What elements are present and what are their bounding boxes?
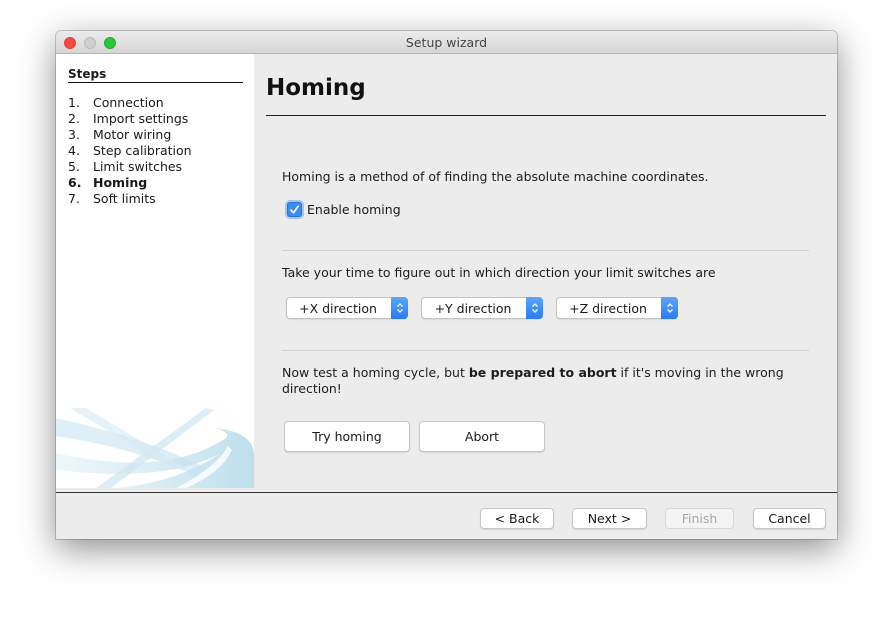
- step-connection: 1. Connection: [68, 95, 192, 111]
- step-label: Limit switches: [93, 159, 183, 174]
- section-divider: [282, 250, 809, 251]
- updown-chevron-icon: [391, 297, 408, 319]
- updown-chevron-icon: [526, 297, 543, 319]
- step-step-calibration: 4. Step calibration: [68, 143, 192, 159]
- footer-divider: [56, 492, 837, 493]
- step-homing: 6. Homing: [68, 175, 192, 191]
- step-label: Step calibration: [93, 143, 192, 158]
- x-direction-select[interactable]: +X direction: [286, 297, 408, 319]
- step-limit-switches: 5. Limit switches: [68, 159, 192, 175]
- next-button[interactable]: Next >: [572, 508, 647, 529]
- step-number: 7.: [68, 191, 80, 206]
- enable-homing-row[interactable]: Enable homing: [287, 202, 401, 217]
- test-instructions: Now test a homing cycle, but be prepared…: [282, 365, 784, 380]
- test-text-warning: be prepared to abort: [468, 365, 617, 380]
- step-soft-limits: 7. Soft limits: [68, 191, 192, 207]
- cancel-button[interactable]: Cancel: [753, 508, 826, 529]
- enable-homing-checkbox[interactable]: [287, 202, 302, 217]
- test-text-after: if it's moving in the wrong: [616, 365, 784, 380]
- updown-chevron-icon: [661, 297, 678, 319]
- heading-divider: [266, 115, 826, 116]
- step-label: Motor wiring: [93, 127, 172, 142]
- decorative-swoosh-graphic: [56, 408, 254, 488]
- step-label: Import settings: [93, 111, 189, 126]
- checkmark-icon: [290, 205, 299, 214]
- step-number: 3.: [68, 127, 80, 142]
- back-button[interactable]: < Back: [480, 508, 554, 529]
- section-divider: [282, 350, 809, 351]
- z-direction-value: +Z direction: [569, 301, 647, 316]
- test-text-before: Now test a homing cycle, but: [282, 365, 469, 380]
- step-number: 2.: [68, 111, 80, 126]
- step-number: 1.: [68, 95, 80, 110]
- y-direction-value: +Y direction: [434, 301, 512, 316]
- step-label: Soft limits: [93, 191, 156, 206]
- test-instructions-line2: direction!: [282, 381, 342, 396]
- title-bar[interactable]: Setup wizard: [56, 31, 837, 54]
- steps-title: Steps: [68, 67, 243, 83]
- step-number: 6.: [68, 175, 82, 190]
- steps-list: 1. Connection 2. Import settings 3. Motor w…: [68, 95, 192, 207]
- try-homing-button[interactable]: Try homing: [284, 421, 410, 452]
- abort-button[interactable]: Abort: [419, 421, 545, 452]
- homing-panel: Homing Homing is a method of of finding …: [254, 54, 837, 488]
- window-title: Setup wizard: [405, 35, 488, 50]
- steps-sidebar: Steps 1. Connection 2. Import settings 3. M…: [56, 54, 254, 488]
- step-number: 5.: [68, 159, 80, 174]
- enable-homing-label[interactable]: Enable homing: [307, 202, 401, 217]
- step-number: 4.: [68, 143, 80, 158]
- homing-description: Homing is a method of of finding the abs…: [282, 169, 709, 184]
- finish-button[interactable]: Finish: [665, 508, 734, 529]
- direction-prompt: Take your time to figure out in which di…: [282, 265, 716, 280]
- step-import-settings: 2. Import settings: [68, 111, 192, 127]
- page-title: Homing: [266, 75, 366, 101]
- y-direction-select[interactable]: +Y direction: [421, 297, 543, 319]
- setup-wizard-window: Setup wizard Steps 1. Connection 2. Import…: [56, 31, 837, 539]
- z-direction-select[interactable]: +Z direction: [556, 297, 678, 319]
- x-direction-value: +X direction: [299, 301, 377, 316]
- step-motor-wiring: 3. Motor wiring: [68, 127, 192, 143]
- step-label: Homing: [93, 175, 148, 190]
- step-label: Connection: [93, 95, 164, 110]
